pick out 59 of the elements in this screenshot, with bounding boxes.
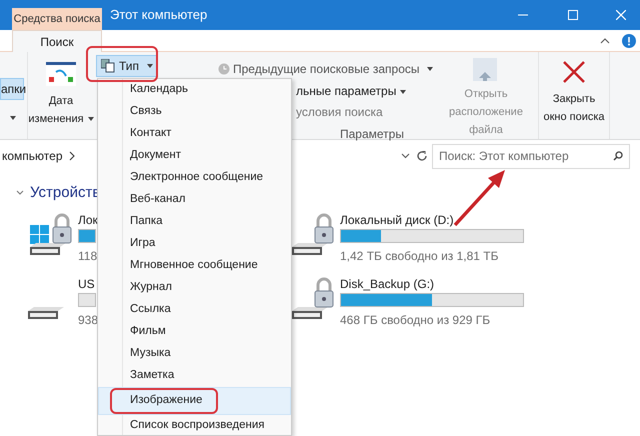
drive-space: 1,42 ТБ свободно из 1,81 ТБ [340,248,500,264]
context-tab[interactable]: Средства поиска [12,8,102,30]
menu-item[interactable]: Документ [98,145,291,167]
menu-item[interactable]: Изображение [98,387,291,415]
breadcrumb[interactable]: компьютер [0,147,63,165]
search-icon[interactable] [613,150,623,160]
menu-item[interactable]: Журнал [98,277,291,299]
highlight-frame [86,46,158,82]
maximize-icon[interactable] [568,10,578,20]
menu-item[interactable]: Контакт [98,123,291,145]
menu-item[interactable]: Веб-канал [98,189,291,211]
menu-item[interactable]: Фильм [98,321,291,343]
folders-button[interactable]: апки [0,78,24,100]
menu-item[interactable]: Мгновенное сообщение [98,255,291,277]
group-label: Параметры [339,126,405,143]
chevron-icon[interactable] [68,151,75,161]
drive-name[interactable]: Лок [78,210,98,226]
window-title: Этот компьютер [110,6,208,24]
menu-item[interactable]: Ссылка [98,299,291,321]
menu-item[interactable]: Музыка [98,343,291,365]
menu-item[interactable]: Заметка [98,365,291,387]
date-modified-button[interactable]: Дата изменения [28,92,94,128]
drive-space: 118 [78,248,98,264]
help-icon[interactable] [622,34,636,48]
menu-item[interactable]: Папка [98,211,291,233]
calendar-icon [46,62,76,86]
refresh-icon[interactable] [416,150,428,162]
ribbon-tab[interactable]: Поиск [12,30,102,52]
search-field[interactable]: Поиск: Этот компьютер [432,144,630,168]
drive-name[interactable]: Локальный диск (D:) [340,210,524,226]
type-button[interactable]: Тип [96,55,158,77]
previous-searches-button[interactable]: Предыдущие поисковые запросы [218,60,434,78]
drive-space: 938 [78,312,98,328]
drive-name[interactable]: Disk_Backup (G:) [340,274,524,290]
drive-icon [28,306,64,318]
drive-name[interactable]: US [78,274,98,290]
menu-item[interactable]: Связь [98,101,291,123]
caret-icon [147,64,154,68]
menu-item[interactable]: Игра [98,233,291,255]
minimize-icon[interactable] [518,14,528,16]
close-search-button[interactable]: Закрыть окно поиска [540,90,608,126]
caret-icon [88,117,94,122]
clock-icon [218,63,230,75]
caret-icon [400,90,406,94]
collapse-icon[interactable] [600,38,610,44]
menu-item[interactable]: Календарь [98,79,291,101]
drive-space: 468 ГБ свободно из 929 ГБ [340,312,492,328]
save-search-button[interactable]: условия поиска [296,103,434,121]
menu-item[interactable]: Электронное сообщение [98,167,291,189]
dropdown-icon[interactable] [401,153,410,159]
file-type-icon [101,59,115,73]
close-icon[interactable] [616,10,626,20]
open-location-button: Открыть расположение файла [435,85,537,139]
caret-icon [10,116,16,120]
menu-item[interactable]: Список воспроизведения [98,415,291,436]
caret-icon [426,67,433,71]
file-icon [473,58,499,81]
advanced-options-button[interactable]: льные параметры [296,82,434,100]
close-icon [562,60,586,84]
